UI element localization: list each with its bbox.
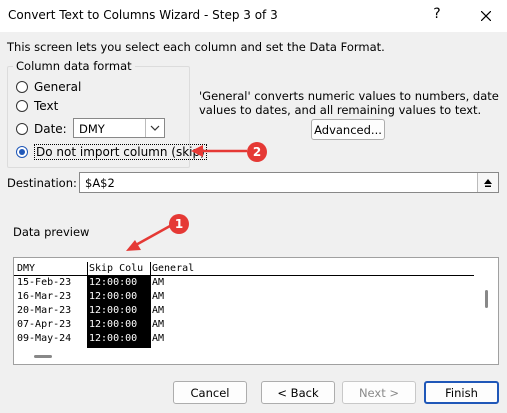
next-button[interactable]: Next > <box>342 381 416 404</box>
annotation-arrow-2 <box>191 145 247 157</box>
annotation-arrow-1 <box>126 224 171 251</box>
cancel-button[interactable]: Cancel <box>173 381 247 404</box>
annotation-badge-1: 1 <box>169 214 189 234</box>
finish-button[interactable]: Finish <box>424 381 499 404</box>
annotation-badge-2: 2 <box>247 142 267 162</box>
back-button[interactable]: < Back <box>261 381 335 404</box>
annotation-arrows <box>126 145 247 251</box>
